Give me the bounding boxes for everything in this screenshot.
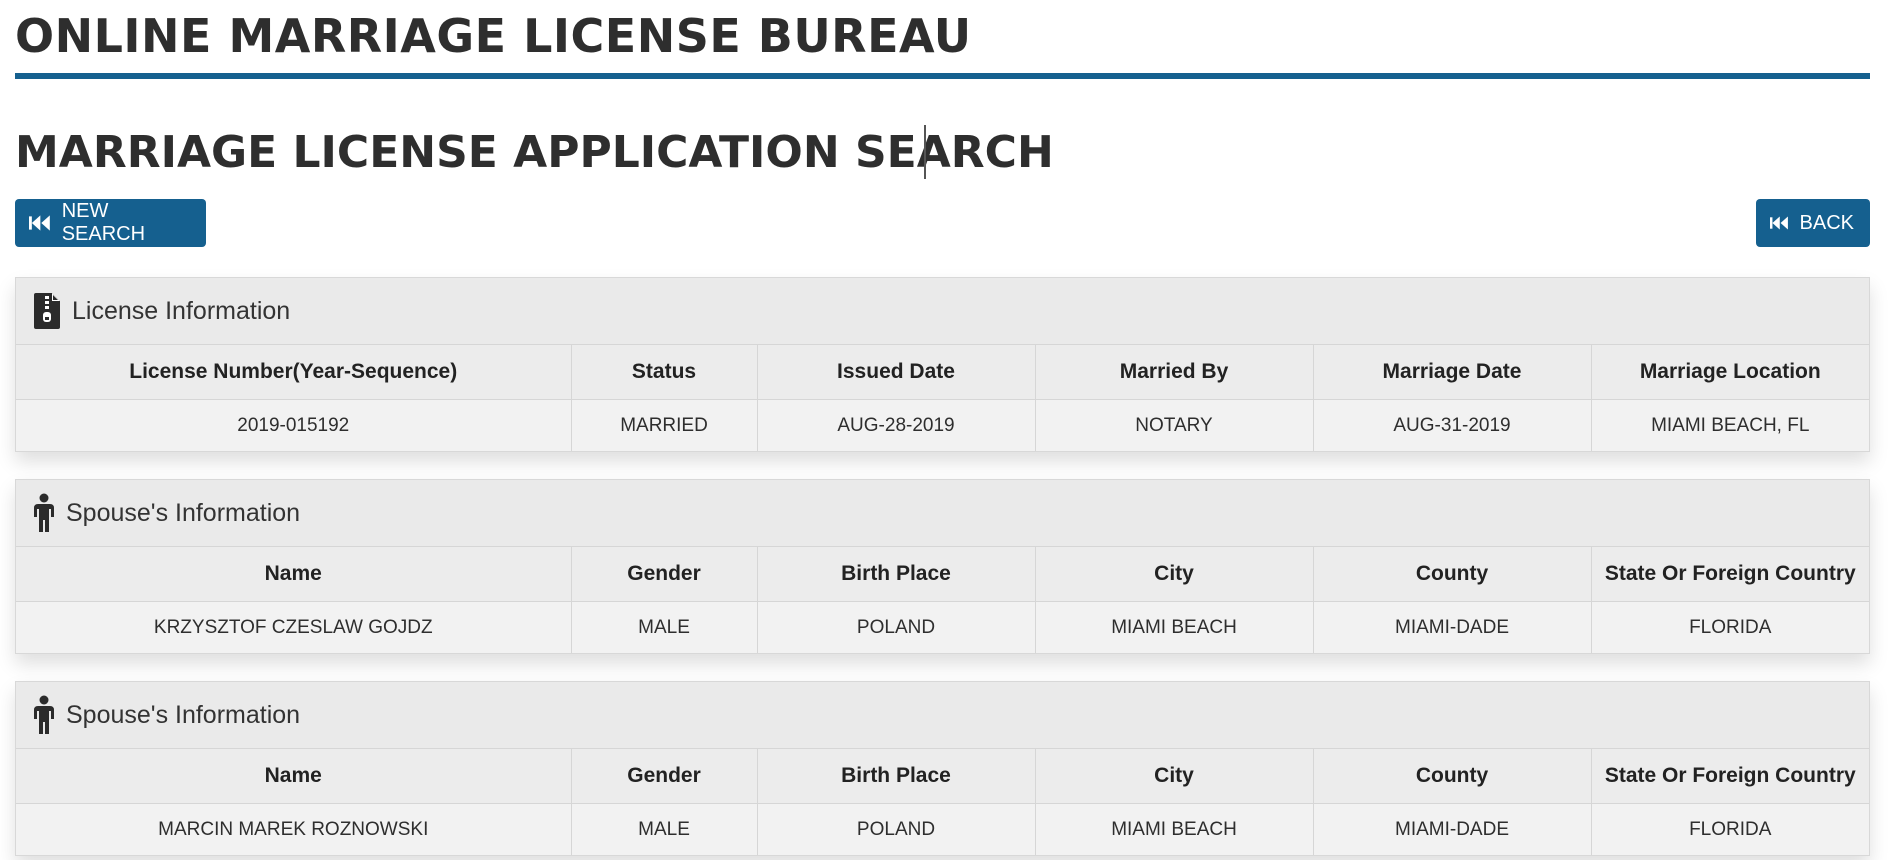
column-header: State Or Foreign Country [1591,749,1869,804]
bureau-title: ONLINE MARRIAGE LICENSE BUREAU [15,9,972,63]
new-search-label: NEW SEARCH [61,200,146,245]
city-cell: MIAMI BEACH [1035,803,1314,855]
rewind-icon [29,215,50,231]
city-cell: MIAMI BEACH [1035,601,1314,653]
rewind-icon [1770,216,1788,230]
table-header-row: Name Gender Birth Place City County Stat… [16,547,1869,602]
column-header: Married By [1035,345,1314,400]
column-header: Marriage Date [1313,345,1592,400]
license-information-panel: License Information License Number(Year-… [15,277,1870,452]
name-cell: MARCIN MAREK ROZNOWSKI [16,803,572,855]
person-icon [32,695,56,735]
gender-cell: MALE [571,601,758,653]
county-cell: MIAMI-DADE [1313,803,1592,855]
column-header: County [1313,749,1592,804]
license-document-icon [32,292,62,330]
table-header-row: Name Gender Birth Place City County Stat… [16,749,1869,804]
column-header: Name [16,547,572,602]
column-header: County [1313,547,1592,602]
column-header: Gender [571,547,758,602]
spouse-table: Name Gender Birth Place City County Stat… [16,749,1869,855]
issued-date-cell: AUG-28-2019 [757,399,1036,451]
column-header: City [1035,749,1314,804]
name-cell: KRZYSZTOF CZESLAW GOJDZ [16,601,572,653]
table-row: 2019-015192 MARRIED AUG-28-2019 NOTARY A… [16,399,1869,451]
header-divider [15,73,1870,79]
page-title: MARRIAGE LICENSE APPLICATION SEARCH [15,127,1054,178]
married-by-cell: NOTARY [1035,399,1314,451]
text-cursor [924,125,926,179]
panel-title: License Information [72,296,291,325]
new-search-button[interactable]: NEW SEARCH [15,199,206,247]
license-table: License Number(Year-Sequence) Status Iss… [16,345,1869,451]
county-cell: MIAMI-DADE [1313,601,1592,653]
back-button[interactable]: BACK [1756,199,1870,247]
column-header: License Number(Year-Sequence) [16,345,572,400]
column-header: Birth Place [757,749,1036,804]
state-cell: FLORIDA [1591,803,1869,855]
spouse-information-panel: Spouse's Information Name Gender Birth P… [15,479,1870,654]
panel-title: Spouse's Information [66,700,301,729]
column-header: Name [16,749,572,804]
spouse-information-panel: Spouse's Information Name Gender Birth P… [15,681,1870,856]
spouse-table: Name Gender Birth Place City County Stat… [16,547,1869,653]
back-label: BACK [1799,211,1854,234]
column-header: Issued Date [757,345,1036,400]
panel-title: Spouse's Information [66,498,301,527]
column-header: Birth Place [757,547,1036,602]
person-icon [32,493,56,533]
column-header: Gender [571,749,758,804]
status-cell: MARRIED [571,399,758,451]
column-header: State Or Foreign Country [1591,547,1869,602]
birth-place-cell: POLAND [757,803,1036,855]
panel-header: Spouse's Information [16,682,1869,749]
gender-cell: MALE [571,803,758,855]
table-header-row: License Number(Year-Sequence) Status Iss… [16,345,1869,400]
marriage-location-cell: MIAMI BEACH, FL [1591,399,1869,451]
column-header: Status [571,345,758,400]
table-row: KRZYSZTOF CZESLAW GOJDZ MALE POLAND MIAM… [16,601,1869,653]
column-header: Marriage Location [1591,345,1869,400]
state-cell: FLORIDA [1591,601,1869,653]
license-number-cell: 2019-015192 [16,399,572,451]
panel-header: Spouse's Information [16,480,1869,547]
birth-place-cell: POLAND [757,601,1036,653]
marriage-date-cell: AUG-31-2019 [1313,399,1592,451]
table-row: MARCIN MAREK ROZNOWSKI MALE POLAND MIAMI… [16,803,1869,855]
column-header: City [1035,547,1314,602]
panel-header: License Information [16,278,1869,345]
